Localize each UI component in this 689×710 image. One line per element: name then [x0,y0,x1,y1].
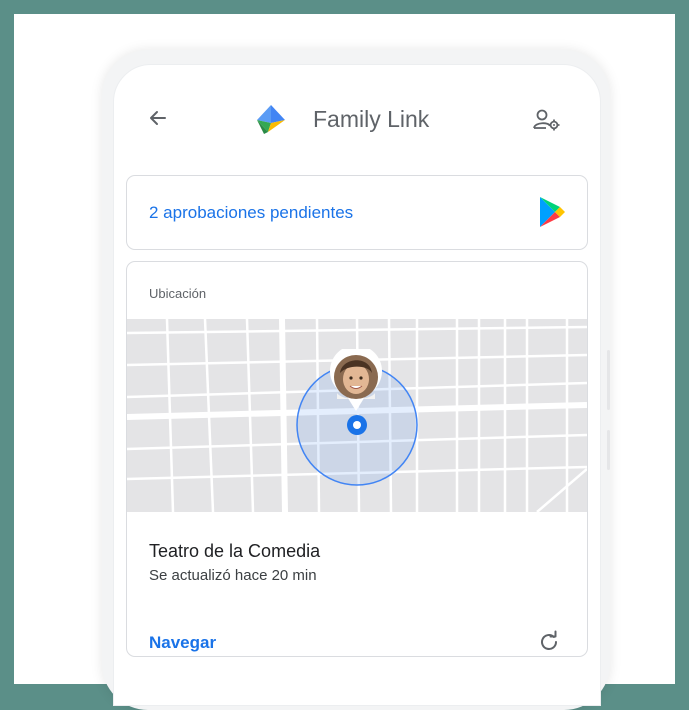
navigate-button[interactable]: Navegar [149,633,216,653]
location-dot-icon [347,415,367,435]
family-link-logo [254,101,288,141]
location-card: Ubicación Teatro de la Comedia Se actual… [126,261,588,657]
phone-side-button [607,350,610,410]
back-button[interactable] [144,105,174,131]
refresh-button[interactable] [537,630,561,654]
app-title: Family Link [313,106,430,132]
refresh-icon [541,630,557,650]
last-updated-text: Se actualizó hace 20 min [149,567,317,584]
app-bar: Family Link [114,65,600,165]
pending-approvals-card[interactable]: 2 aprobaciones pendientes [126,175,588,250]
arrow-left-icon [150,111,166,125]
location-map[interactable] [127,319,587,512]
phone-side-button [607,430,610,470]
location-section-label: Ubicación [149,286,207,301]
child-avatar-marker[interactable] [328,345,384,413]
google-play-icon [537,195,567,229]
app-screen: Family Link 2 aprobaciones pendientes Ub… [113,64,601,706]
manage-account-button[interactable] [532,107,562,133]
place-name: Teatro de la Comedia [149,541,321,561]
pending-approvals-label: 2 aprobaciones pendientes [149,203,354,222]
manage-account-icon [533,109,560,131]
